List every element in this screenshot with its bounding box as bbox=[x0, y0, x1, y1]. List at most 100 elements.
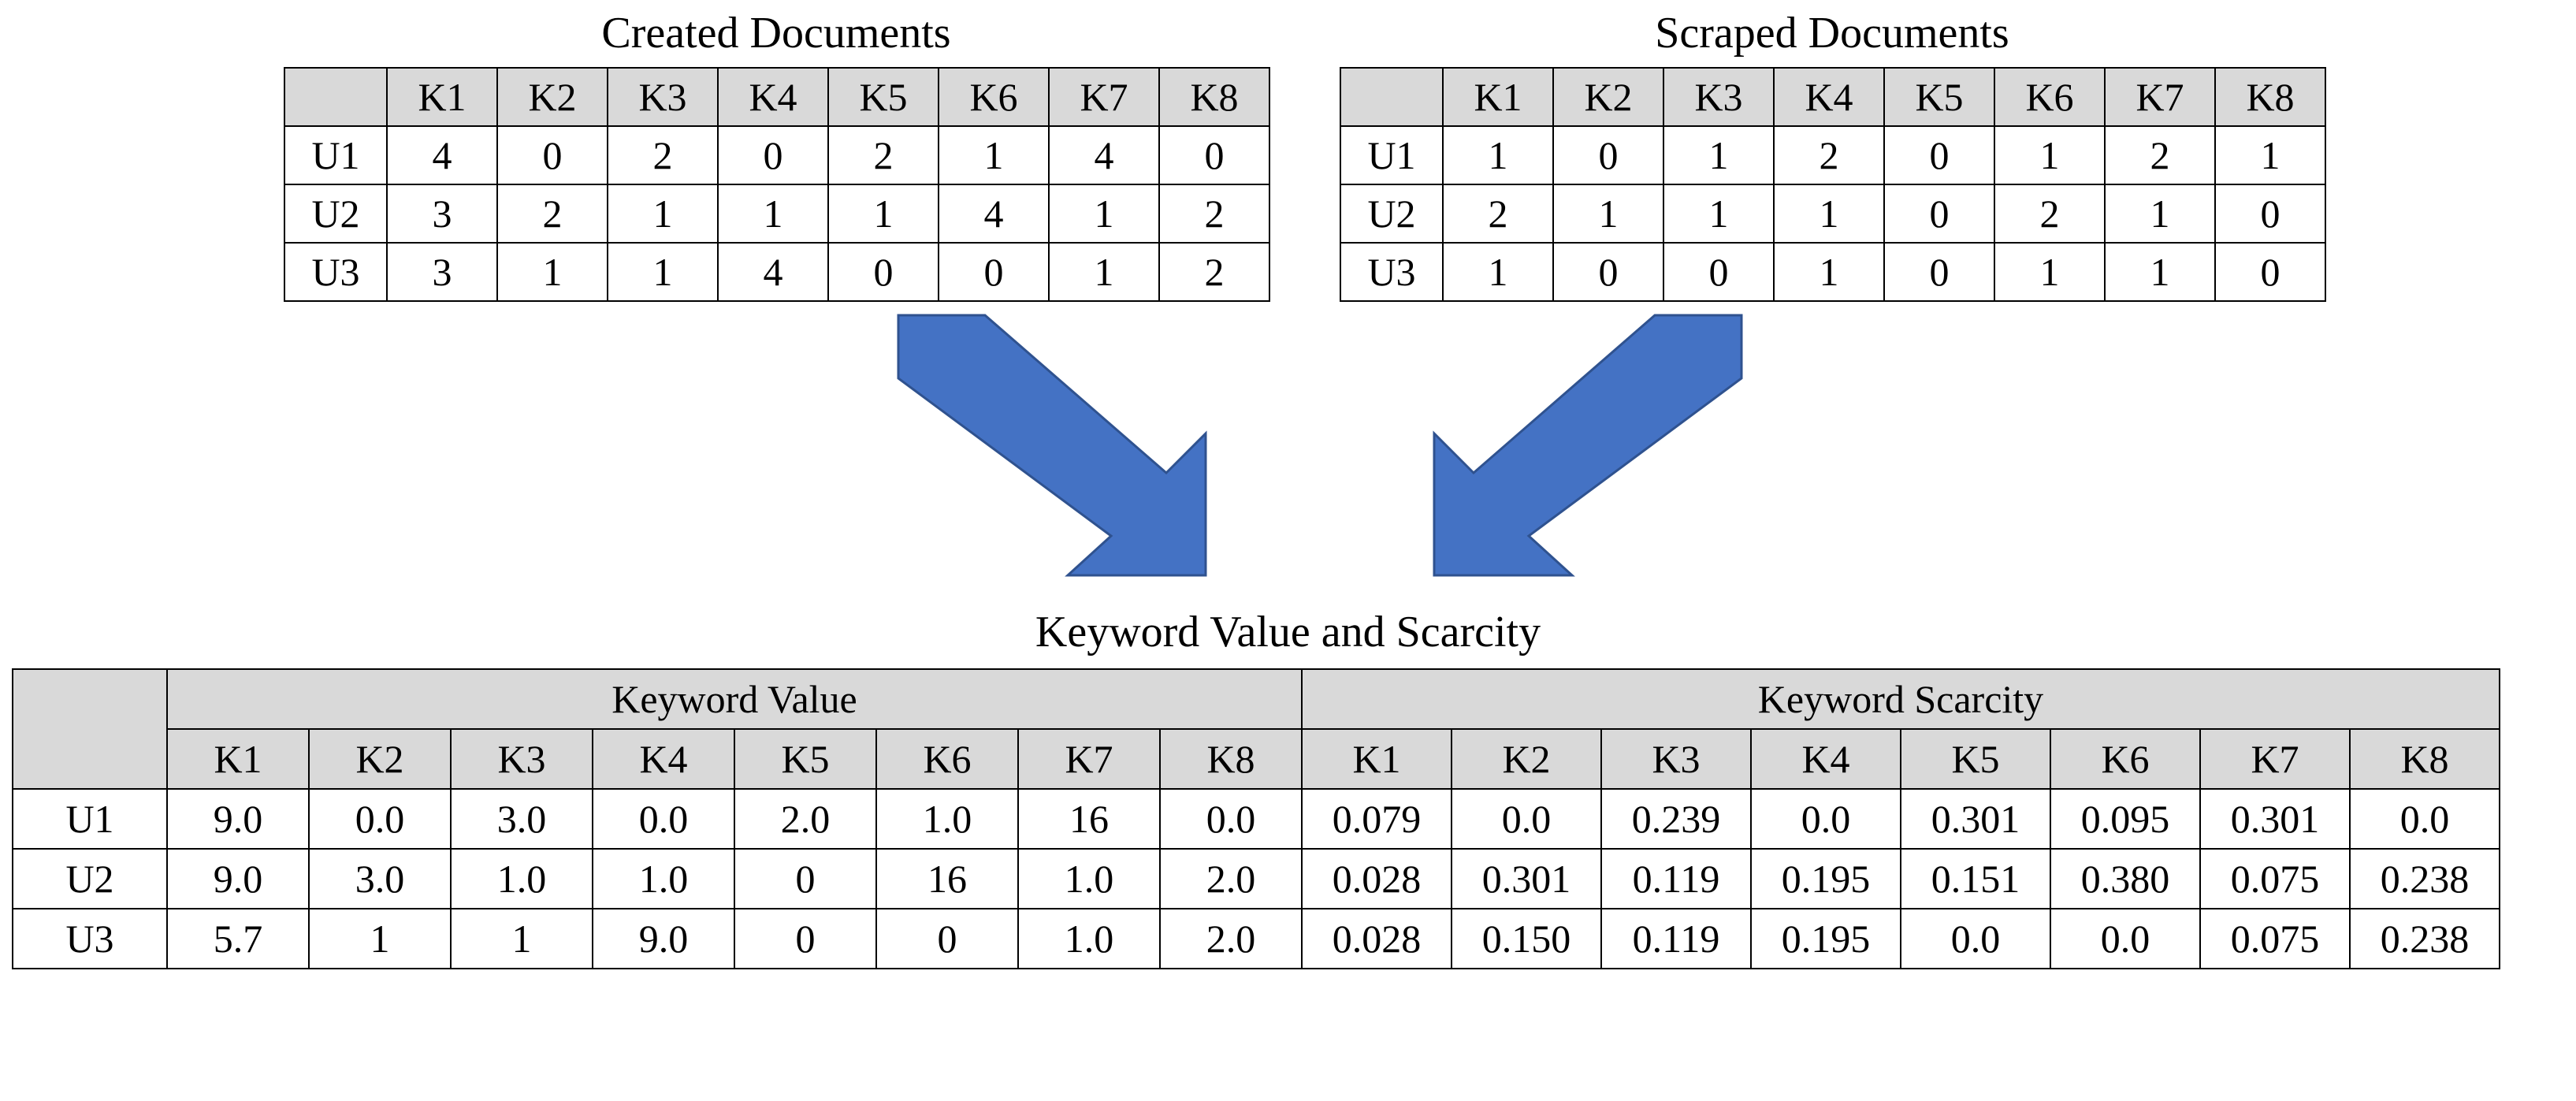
cell: 4 bbox=[1049, 126, 1159, 184]
col-header: K3 bbox=[1663, 68, 1774, 126]
table-header-row: K1 K2 K3 K4 K5 K6 K7 K8 K1 K2 K3 K4 K5 K… bbox=[13, 729, 2500, 789]
cell: 1 bbox=[1553, 184, 1663, 243]
cell: 0.238 bbox=[2350, 909, 2500, 969]
col-header: K2 bbox=[1553, 68, 1663, 126]
cell: 16 bbox=[1018, 789, 1160, 849]
cell: 0.195 bbox=[1751, 909, 1901, 969]
cell: 0.195 bbox=[1751, 849, 1901, 909]
col-header: K1 bbox=[167, 729, 309, 789]
cell: 16 bbox=[876, 849, 1018, 909]
cell: 1 bbox=[1443, 243, 1553, 301]
cell: 0.380 bbox=[2050, 849, 2200, 909]
col-header: K3 bbox=[608, 68, 718, 126]
cell: 0 bbox=[734, 849, 876, 909]
row-header: U2 bbox=[13, 849, 167, 909]
cell: 2.0 bbox=[1160, 909, 1302, 969]
cell: 2 bbox=[608, 126, 718, 184]
cell: 2 bbox=[1774, 126, 1884, 184]
cell: 1 bbox=[1774, 243, 1884, 301]
col-header: K1 bbox=[1443, 68, 1553, 126]
title-scraped: Scraped Documents bbox=[1340, 8, 2325, 58]
table-row: U2 2 1 1 1 0 2 1 0 bbox=[1340, 184, 2325, 243]
cell: 0 bbox=[1553, 126, 1663, 184]
table-row: U2 9.0 3.0 1.0 1.0 0 16 1.0 2.0 0.028 0.… bbox=[13, 849, 2500, 909]
cell: 0.0 bbox=[1901, 909, 2050, 969]
table-header-row: K1 K2 K3 K4 K5 K6 K7 K8 bbox=[284, 68, 1269, 126]
cell: 1.0 bbox=[593, 849, 734, 909]
cell: 1.0 bbox=[1018, 909, 1160, 969]
cell: 3.0 bbox=[309, 849, 451, 909]
table-created-documents: K1 K2 K3 K4 K5 K6 K7 K8 U1 4 0 2 0 2 1 4… bbox=[284, 67, 1270, 302]
cell: 0.238 bbox=[2350, 849, 2500, 909]
table-row: U3 3 1 1 4 0 0 1 2 bbox=[284, 243, 1269, 301]
cell: 1 bbox=[939, 126, 1049, 184]
cell: 2 bbox=[497, 184, 608, 243]
cell: 4 bbox=[718, 243, 828, 301]
table-row: U1 4 0 2 0 2 1 4 0 bbox=[284, 126, 1269, 184]
col-header: K6 bbox=[1994, 68, 2105, 126]
cell: 0 bbox=[2215, 243, 2325, 301]
cell: 0 bbox=[1884, 126, 1994, 184]
cell: 0 bbox=[718, 126, 828, 184]
group-header-value: Keyword Value bbox=[167, 669, 1302, 729]
cell: 0.301 bbox=[2200, 789, 2350, 849]
col-header: K8 bbox=[1159, 68, 1269, 126]
cell: 1 bbox=[1663, 184, 1774, 243]
cell: 1 bbox=[1443, 126, 1553, 184]
cell: 0.028 bbox=[1302, 909, 1452, 969]
cell: 2.0 bbox=[734, 789, 876, 849]
col-header: K7 bbox=[1049, 68, 1159, 126]
col-header: K5 bbox=[1884, 68, 1994, 126]
cell: 0.079 bbox=[1302, 789, 1452, 849]
col-header: K5 bbox=[828, 68, 939, 126]
cell: 5.7 bbox=[167, 909, 309, 969]
cell: 0.075 bbox=[2200, 849, 2350, 909]
cell: 3.0 bbox=[451, 789, 593, 849]
cell: 1 bbox=[608, 184, 718, 243]
cell: 1 bbox=[828, 184, 939, 243]
cell: 2 bbox=[2105, 126, 2215, 184]
table-group-header-row: Keyword Value Keyword Scarcity bbox=[13, 669, 2500, 729]
cell: 2 bbox=[828, 126, 939, 184]
cell: 0.0 bbox=[2050, 909, 2200, 969]
cell: 1 bbox=[2105, 243, 2215, 301]
col-header: K6 bbox=[2050, 729, 2200, 789]
table-row: U2 3 2 1 1 1 4 1 2 bbox=[284, 184, 1269, 243]
row-header: U1 bbox=[13, 789, 167, 849]
cell: 0.095 bbox=[2050, 789, 2200, 849]
cell: 0.0 bbox=[1160, 789, 1302, 849]
cell: 1.0 bbox=[451, 849, 593, 909]
cell: 0 bbox=[734, 909, 876, 969]
corner-cell bbox=[284, 68, 387, 126]
col-header: K5 bbox=[734, 729, 876, 789]
cell: 1 bbox=[2105, 184, 2215, 243]
arrow-down-right-icon bbox=[875, 315, 1245, 607]
col-header: K4 bbox=[1774, 68, 1884, 126]
cell: 0.0 bbox=[1751, 789, 1901, 849]
col-header: K2 bbox=[497, 68, 608, 126]
cell: 0.301 bbox=[1901, 789, 2050, 849]
cell: 3 bbox=[387, 243, 497, 301]
cell: 1 bbox=[1663, 126, 1774, 184]
cell: 2 bbox=[1443, 184, 1553, 243]
cell: 0.150 bbox=[1452, 909, 1601, 969]
cell: 1.0 bbox=[1018, 849, 1160, 909]
cell: 0 bbox=[1663, 243, 1774, 301]
title-created: Created Documents bbox=[284, 8, 1269, 58]
row-header: U3 bbox=[1340, 243, 1443, 301]
cell: 0 bbox=[828, 243, 939, 301]
cell: 1.0 bbox=[876, 789, 1018, 849]
cell: 0 bbox=[1884, 184, 1994, 243]
cell: 1 bbox=[451, 909, 593, 969]
col-header: K7 bbox=[2105, 68, 2215, 126]
title-combined: Keyword Value and Scarcity bbox=[0, 607, 2576, 657]
cell: 0.119 bbox=[1601, 909, 1751, 969]
corner-cell bbox=[13, 669, 167, 789]
table-row: U3 5.7 1 1 9.0 0 0 1.0 2.0 0.028 0.150 0… bbox=[13, 909, 2500, 969]
table-scraped-documents: K1 K2 K3 K4 K5 K6 K7 K8 U1 1 0 1 2 0 1 2… bbox=[1340, 67, 2326, 302]
col-header: K7 bbox=[2200, 729, 2350, 789]
cell: 1 bbox=[497, 243, 608, 301]
col-header: K1 bbox=[1302, 729, 1452, 789]
cell: 0.119 bbox=[1601, 849, 1751, 909]
cell: 1 bbox=[608, 243, 718, 301]
